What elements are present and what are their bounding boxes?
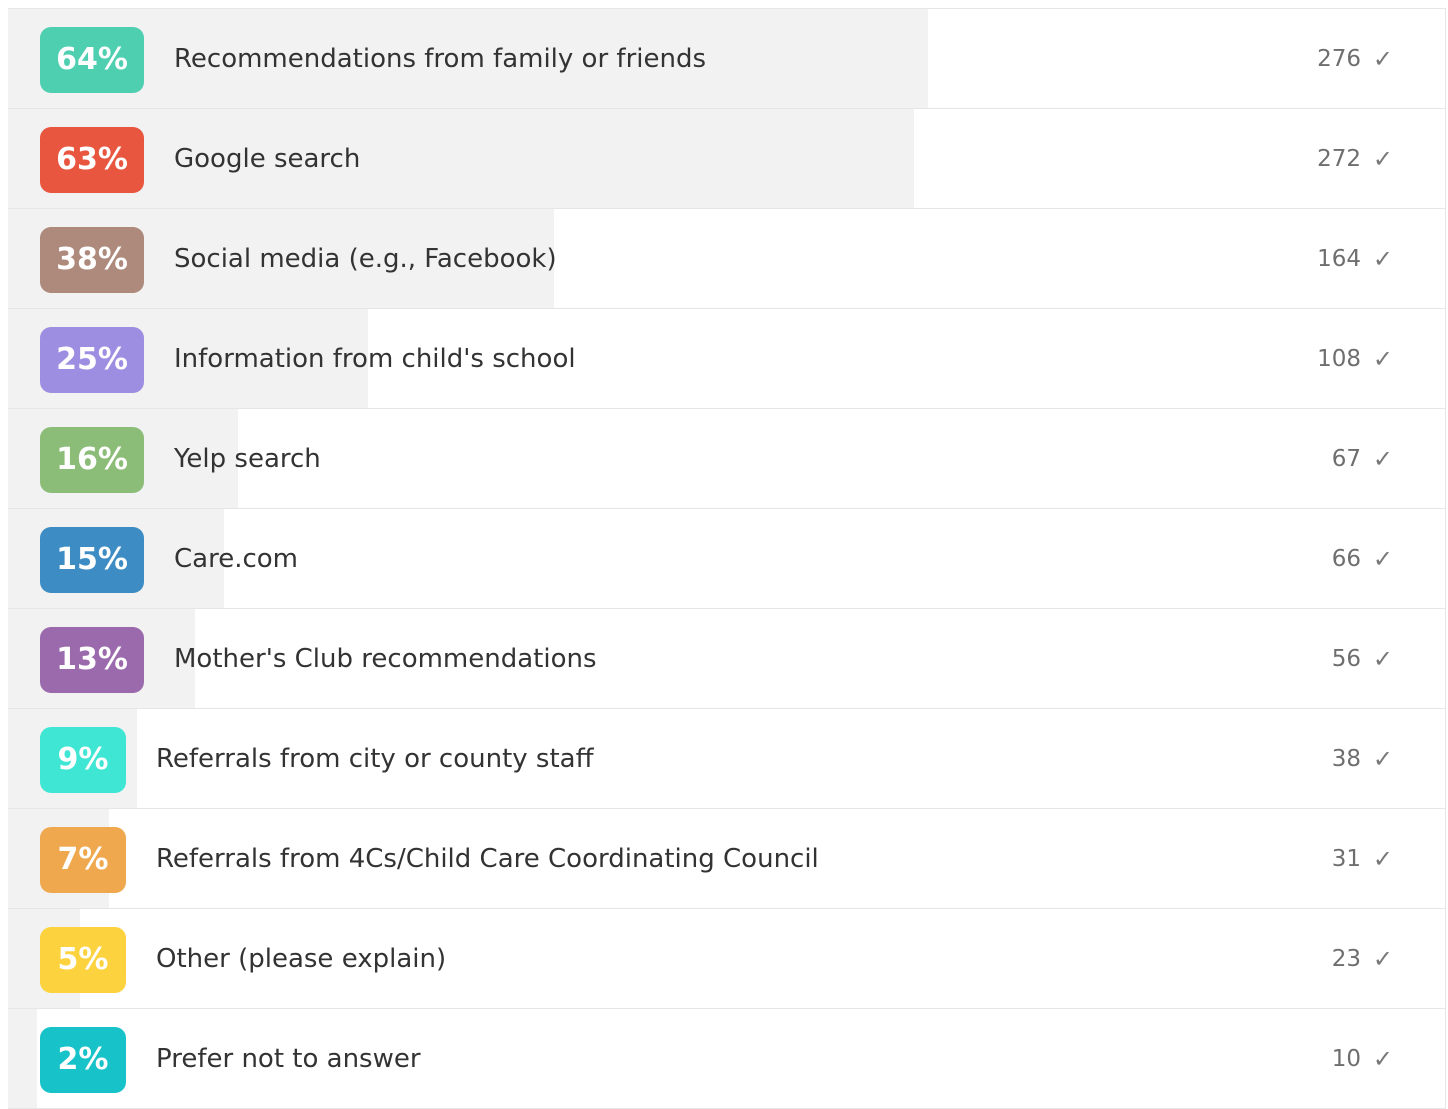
percent-badge: 64% <box>40 27 144 93</box>
answer-label: Referrals from city or county staff <box>156 744 594 774</box>
check-icon: ✓ <box>1372 745 1393 773</box>
answer-label: Google search <box>174 144 361 174</box>
percent-badge: 7% <box>40 827 126 893</box>
percent-badge: 5% <box>40 927 126 993</box>
response-count: 272 <box>1317 146 1361 172</box>
answer-label: Prefer not to answer <box>156 1044 421 1074</box>
answer-row: 13% Mother's Club recommendations 56 ✓ <box>8 609 1446 709</box>
check-icon: ✓ <box>1372 245 1393 273</box>
response-count: 56 <box>1331 646 1361 672</box>
answer-row: 7% Referrals from 4Cs/Child Care Coordina… <box>8 809 1446 909</box>
check-icon: ✓ <box>1372 1045 1393 1073</box>
check-icon: ✓ <box>1372 845 1393 873</box>
percent-badge: 13% <box>40 627 144 693</box>
response-count: 164 <box>1317 246 1361 272</box>
answer-row: 63% Google search 272 ✓ <box>8 109 1446 209</box>
answer-row: 38% Social media (e.g., Facebook) 164 ✓ <box>8 209 1446 309</box>
percent-badge: 63% <box>40 127 144 193</box>
answer-row: 2% Prefer not to answer 10 ✓ <box>8 1009 1446 1109</box>
answer-label: Recommendations from family or friends <box>174 44 707 74</box>
answer-label: Social media (e.g., Facebook) <box>174 244 557 274</box>
check-icon: ✓ <box>1372 445 1393 473</box>
answer-row: 15% Care.com 66 ✓ <box>8 509 1446 609</box>
response-count: 67 <box>1331 446 1361 472</box>
answer-row: 25% Information from child's school 108 ✓ <box>8 309 1446 409</box>
response-count: 31 <box>1331 846 1361 872</box>
percent-badge: 16% <box>40 427 144 493</box>
percent-badge: 2% <box>40 1027 126 1093</box>
response-count: 23 <box>1331 946 1361 972</box>
percent-badge: 25% <box>40 327 144 393</box>
check-icon: ✓ <box>1372 645 1393 673</box>
response-count: 38 <box>1331 746 1361 772</box>
answer-label: Other (please explain) <box>156 944 447 974</box>
answer-row: 64% Recommendations from family or friend… <box>8 9 1446 109</box>
answer-label: Referrals from 4Cs/Child Care Coordinati… <box>156 844 819 874</box>
answer-label: Yelp search <box>174 444 321 474</box>
check-icon: ✓ <box>1372 945 1393 973</box>
answer-bar <box>8 1009 37 1108</box>
response-count: 108 <box>1317 346 1361 372</box>
check-icon: ✓ <box>1372 545 1393 573</box>
answer-label: Care.com <box>174 544 298 574</box>
response-count: 66 <box>1331 546 1361 572</box>
response-count: 276 <box>1317 46 1361 72</box>
percent-badge: 15% <box>40 527 144 593</box>
percent-badge: 38% <box>40 227 144 293</box>
percent-badge: 9% <box>40 727 126 793</box>
results-chart: 64% Recommendations from family or friend… <box>8 8 1446 1109</box>
check-icon: ✓ <box>1372 145 1393 173</box>
check-icon: ✓ <box>1372 345 1393 373</box>
answer-row: 16% Yelp search 67 ✓ <box>8 409 1446 509</box>
answer-label: Mother's Club recommendations <box>174 644 597 674</box>
answer-label: Information from child's school <box>174 344 576 374</box>
response-count: 10 <box>1331 1046 1361 1072</box>
check-icon: ✓ <box>1372 45 1393 73</box>
answer-row: 5% Other (please explain) 23 ✓ <box>8 909 1446 1009</box>
answer-row: 9% Referrals from city or county staff 38 ✓ <box>8 709 1446 809</box>
